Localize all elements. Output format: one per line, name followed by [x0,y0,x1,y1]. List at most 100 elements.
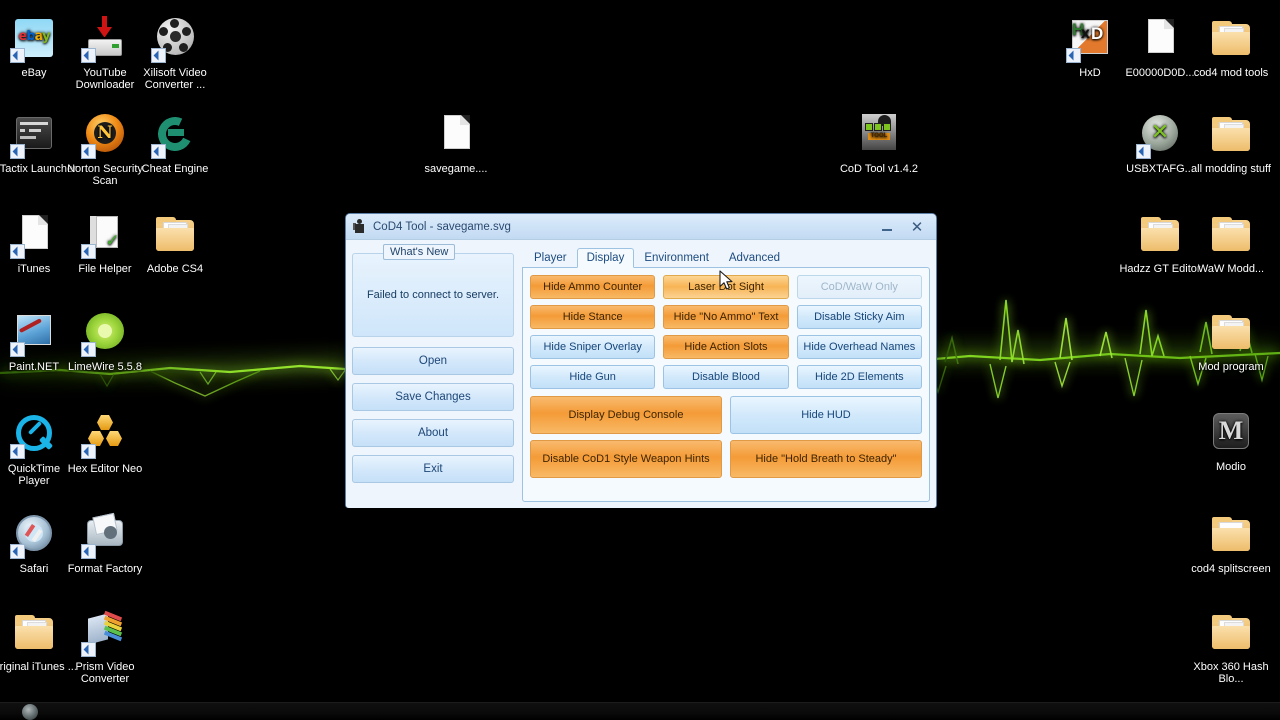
desktop-icon-modio[interactable]: M Modio [1188,410,1274,473]
wide-toggle-grid: Display Debug Console Hide HUD Disable C… [530,396,922,478]
icon-label: Xbox 360 Hash Blo... [1193,661,1269,685]
shortcut-overlay-icon [1066,48,1081,63]
limewire-icon [81,310,128,357]
toggle-hide-gun[interactable]: Hide Gun [530,365,656,389]
shortcut-overlay-icon [10,342,25,357]
desktop-icon-limewire[interactable]: LimeWire 5.5.8 [62,310,148,373]
shortcut-overlay-icon [10,544,25,559]
whats-new-group: What's New Failed to connect to server. [352,244,514,337]
tab-display[interactable]: Display [576,248,635,268]
tab-strip[interactable]: Player Display Environment Advanced [522,246,930,268]
icon-label: all modding stuff [1191,163,1271,175]
icon-label: Prism Video Converter [75,661,135,685]
prism-video-converter-icon [81,610,128,657]
folder-icon [1208,310,1254,356]
desktop-icon-mod-program[interactable]: Mod program [1188,310,1274,373]
desktop-icon-cod4-splitscreen[interactable]: cod4 splitscreen [1188,512,1274,575]
tab-player[interactable]: Player [524,248,577,267]
shortcut-overlay-icon [81,244,96,259]
window-body: What's New Failed to connect to server. … [346,240,936,508]
paint-net-icon [10,310,57,357]
desktop-icon-savegame[interactable]: savegame.... [413,112,499,175]
desktop-icon-hex-editor-neo[interactable]: Hex Editor Neo [62,412,148,475]
icon-label: Xilisoft Video Converter ... [143,67,207,91]
toggle-laser-dot-sight[interactable]: Laser Dot Sight [663,275,789,299]
shortcut-overlay-icon [151,144,166,159]
icon-label: WaW Modd... [1197,263,1265,275]
icon-label: savegame.... [424,163,488,175]
toggle-disable-cod1-weapon-hints[interactable]: Disable CoD1 Style Weapon Hints [530,440,722,478]
desktop-icon-waw-modding[interactable]: WaW Modd... [1188,212,1274,275]
ebay-icon: ebay [10,16,57,63]
folder-icon [1208,212,1254,258]
shortcut-overlay-icon [151,48,166,63]
shortcut-overlay-icon [81,342,96,357]
desktop-icon-cod4-mod-tools[interactable]: cod4 mod tools [1188,16,1274,79]
about-button[interactable]: About [352,419,514,447]
window-title: CoD4 Tool - savegame.svg [373,220,511,233]
xbox-icon: ✕ [1136,112,1183,159]
toggle-hide-2d-elements[interactable]: Hide 2D Elements [796,365,922,389]
modio-icon: M [1208,410,1254,456]
icon-label: CoD Tool v1.4.2 [839,163,919,175]
toggle-hide-sniper-overlay[interactable]: Hide Sniper Overlay [530,335,656,359]
toggle-display-debug-console[interactable]: Display Debug Console [530,396,722,434]
toggle-hide-action-slots[interactable]: Hide Action Slots [663,335,789,359]
xilisoft-video-converter-icon [151,16,198,63]
desktop-icon-all-modding-stuff[interactable]: all modding stuff [1188,112,1274,175]
icon-label: LimeWire 5.5.8 [68,361,142,373]
desktop-icon-xbox-360-hash-block[interactable]: Xbox 360 Hash Blo... [1188,610,1274,685]
folder-icon [1208,112,1254,158]
shortcut-overlay-icon [81,48,96,63]
folder-icon [1208,512,1254,558]
desktop-icon-xilisoft-video-converter[interactable]: Xilisoft Video Converter ... [132,16,218,91]
exit-button[interactable]: Exit [352,455,514,483]
icon-label: Hex Editor Neo [67,463,143,475]
cod4-tool-window[interactable]: CoD4 Tool - savegame.svg ✕ What's New Fa… [345,213,937,508]
toggle-disable-blood[interactable]: Disable Blood [663,365,789,389]
icon-label: Adobe CS4 [146,263,204,275]
start-button[interactable] [22,704,38,720]
toggle-hide-no-ammo-text[interactable]: Hide "No Ammo" Text [663,305,789,329]
tab-environment[interactable]: Environment [634,248,719,267]
desktop-icon-cod-tool[interactable]: TOOL CoD Tool v1.4.2 [836,112,922,175]
taskbar[interactable] [0,702,1280,720]
toggle-hide-hold-breath-to-steady[interactable]: Hide "Hold Breath to Steady" [730,440,922,478]
desktop-icon-adobe-cs4[interactable]: Adobe CS4 [132,212,218,275]
left-panel: What's New Failed to connect to server. … [352,244,514,502]
whats-new-status-text: Failed to connect to server. [366,289,500,301]
folder-icon [1208,610,1254,656]
desktop-icon-format-factory[interactable]: Format Factory [62,512,148,575]
toggle-hide-hud[interactable]: Hide HUD [730,396,922,434]
icon-label: Format Factory [67,563,143,575]
toggle-disable-sticky-aim[interactable]: Disable Sticky Aim [796,305,922,329]
shortcut-overlay-icon [81,444,96,459]
close-button[interactable]: ✕ [902,214,932,240]
shortcut-overlay-icon [81,642,96,657]
shortcut-overlay-icon [10,244,25,259]
save-changes-button[interactable]: Save Changes [352,383,514,411]
tab-advanced[interactable]: Advanced [719,248,790,267]
shortcut-overlay-icon [1136,144,1151,159]
desktop-icon-cheat-engine[interactable]: Cheat Engine [132,112,218,175]
folder-icon [11,610,57,656]
document-shape [22,215,48,249]
gtactix-launcher-icon [10,112,57,159]
window-titlebar[interactable]: CoD4 Tool - savegame.svg ✕ [346,214,936,240]
shortcut-overlay-icon [10,444,25,459]
quicktime-player-icon [10,412,57,459]
app-icon [352,219,367,234]
desktop-icon-prism-video-converter[interactable]: Prism Video Converter [62,610,148,685]
open-button[interactable]: Open [352,347,514,375]
shortcut-overlay-icon [10,48,25,63]
toggle-hide-ammo-counter[interactable]: Hide Ammo Counter [530,275,656,299]
toggle-hide-stance[interactable]: Hide Stance [530,305,656,329]
toggle-hide-overhead-names[interactable]: Hide Overhead Names [796,335,922,359]
folder-icon [1137,212,1183,258]
icon-label: cod4 splitscreen [1191,563,1271,575]
minimize-button[interactable] [872,214,902,240]
desktop[interactable]: ebay eBay YouTube Downloader Xilisoft Vi… [0,0,1280,720]
document-icon [1137,16,1183,62]
cheat-engine-icon [151,112,198,159]
cod-tool-icon: TOOL [856,112,902,158]
